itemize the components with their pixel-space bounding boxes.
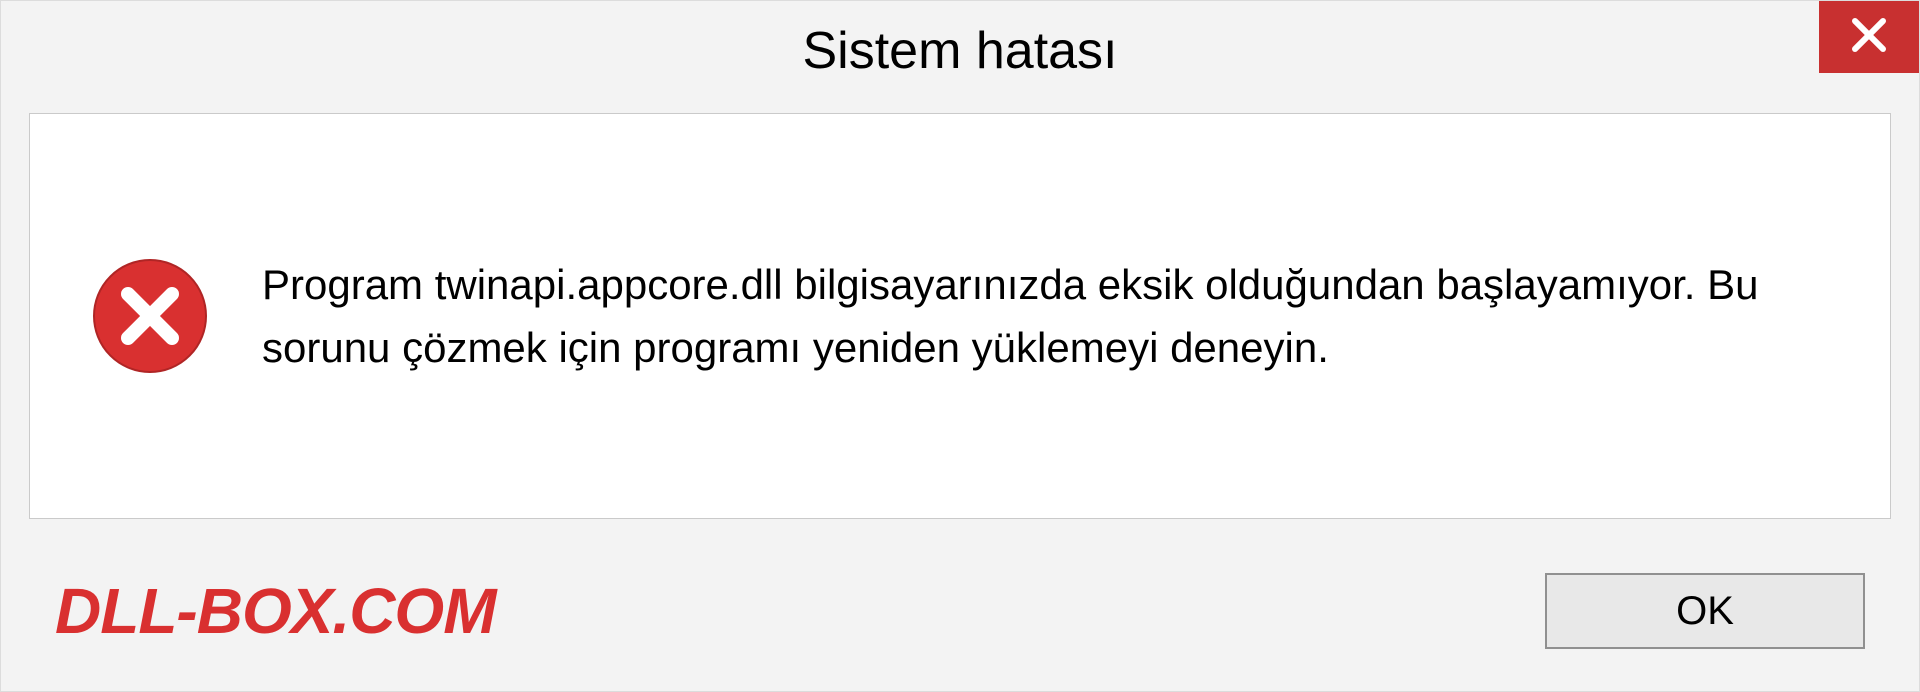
- close-icon: [1849, 15, 1889, 60]
- dialog-footer: DLL-BOX.COM OK: [1, 531, 1919, 691]
- ok-button[interactable]: OK: [1545, 573, 1865, 649]
- close-button[interactable]: [1819, 1, 1919, 73]
- error-icon: [90, 256, 210, 376]
- dialog-title: Sistem hatası: [802, 21, 1117, 81]
- error-message: Program twinapi.appcore.dll bilgisayarın…: [262, 253, 1830, 379]
- watermark-text: DLL-BOX.COM: [55, 574, 496, 648]
- title-bar: Sistem hatası: [1, 1, 1919, 101]
- content-area: Program twinapi.appcore.dll bilgisayarın…: [29, 113, 1891, 519]
- system-error-dialog: Sistem hatası Program twinapi.appcore.dl…: [0, 0, 1920, 692]
